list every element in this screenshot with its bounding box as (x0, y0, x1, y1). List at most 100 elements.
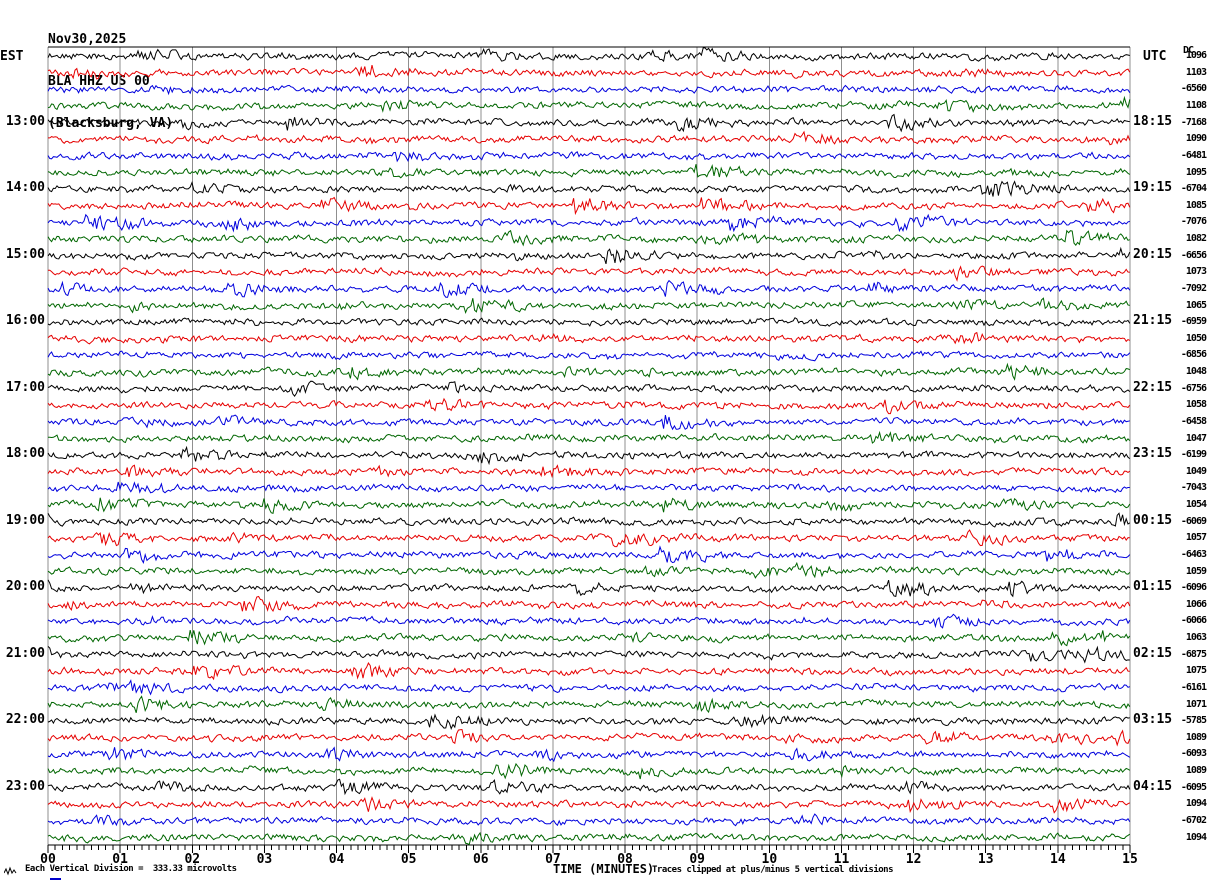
dc-value: 1057 (1185, 532, 1207, 544)
dc-value: -6560 (1180, 83, 1207, 95)
est-hour-label: 18:00 (5, 446, 45, 462)
est-hour-label: 20:00 (5, 579, 45, 595)
dc-value: 1082 (1185, 233, 1207, 245)
trace-row (47, 213, 1130, 233)
dc-value: -6458 (1180, 415, 1207, 427)
mini-waveform-icon (4, 866, 17, 876)
utc-hour-label: 04:15 (1133, 778, 1173, 794)
trace-row (47, 545, 1131, 564)
trace-row (47, 95, 1131, 113)
trace-row (47, 397, 1131, 415)
dc-value: -6481 (1180, 149, 1207, 161)
trace-row (47, 279, 1131, 298)
dc-value: 1089 (1185, 731, 1207, 743)
trace-row (47, 813, 1131, 827)
trace-row (47, 629, 1131, 647)
trace-row (48, 430, 1131, 444)
dc-value: 1050 (1185, 332, 1207, 344)
est-hour-label: 23:00 (5, 778, 45, 794)
trace-row (47, 481, 1130, 494)
trace-row (47, 151, 1131, 163)
dc-value: 1095 (1185, 166, 1207, 178)
utc-hour-label: 01:15 (1133, 579, 1173, 595)
trace-row (47, 778, 1131, 796)
est-hour-label: 13:00 (5, 113, 45, 129)
dc-value: -6704 (1180, 183, 1207, 195)
trace-row (47, 728, 1131, 747)
clip-note: Traces clipped at plus/minus 5 vertical … (652, 865, 894, 875)
utc-hour-label: 19:15 (1133, 180, 1173, 196)
dc-value: -6096 (1180, 582, 1207, 594)
trace-row (47, 164, 1131, 179)
est-hour-label: 19:00 (5, 512, 45, 528)
x-tick-label: 15 (1122, 852, 1138, 867)
dc-value: 1059 (1185, 565, 1207, 577)
trace-row (47, 229, 1130, 247)
trace-row (47, 595, 1131, 613)
dc-value: 1096 (1185, 50, 1207, 62)
trace-row (47, 317, 1131, 327)
utc-hour-label: 18:15 (1133, 113, 1173, 129)
dc-value: 1085 (1185, 199, 1207, 211)
dc-value: -7092 (1180, 282, 1207, 294)
dc-value: 1049 (1185, 465, 1207, 477)
dc-value: 1047 (1185, 432, 1207, 444)
utc-hour-label: 02:15 (1133, 645, 1173, 661)
trace-row (47, 796, 1131, 814)
trace-row (47, 512, 1131, 528)
utc-hour-label: 21:15 (1133, 313, 1173, 329)
dc-value: 1089 (1185, 765, 1207, 777)
trace-row (47, 414, 1130, 431)
scale-note: Each Vertical Division = 333.33 microvol… (25, 864, 237, 874)
x-tick-label: 13 (977, 852, 994, 867)
trace-row (47, 613, 1131, 629)
utc-hour-label: 22:15 (1133, 379, 1173, 395)
dc-value: -6702 (1180, 814, 1207, 826)
trace-row (47, 762, 1131, 780)
trace-row (47, 645, 1130, 664)
trace-row (47, 362, 1131, 381)
heliplot-page: Nov30,2025 BLA HHZ US 00 (Blacksburg, VA… (0, 0, 1210, 886)
trace-row (48, 130, 1131, 146)
est-hour-label: 22:00 (5, 712, 45, 728)
dc-value: 1090 (1185, 133, 1207, 145)
trace-row (47, 579, 1131, 598)
trace-row (47, 331, 1131, 345)
est-hour-label: 15:00 (5, 246, 45, 262)
underline-mark (50, 878, 61, 880)
x-tick-label: 04 (328, 852, 345, 867)
trace-row (47, 113, 1130, 133)
dc-value: 1063 (1185, 632, 1207, 644)
utc-hour-label: 23:15 (1133, 446, 1173, 462)
trace-row (47, 497, 1131, 514)
x-tick-label: 14 (1050, 852, 1066, 867)
trace-row (47, 84, 1131, 96)
x-tick-label: 05 (400, 852, 417, 867)
trace-row (47, 265, 1130, 282)
dc-value: 1066 (1185, 598, 1207, 610)
est-hour-label: 17:00 (5, 379, 45, 395)
dc-value: -7076 (1180, 216, 1207, 228)
trace-row (47, 246, 1131, 265)
trace-row (47, 380, 1131, 397)
dc-value: -6856 (1180, 349, 1207, 361)
dc-value: -6756 (1180, 382, 1207, 394)
x-tick-label: 06 (472, 852, 489, 867)
trace-row (47, 529, 1130, 548)
dc-value: 1073 (1185, 266, 1207, 278)
x-tick-label: 12 (905, 852, 922, 867)
trace-row (47, 297, 1130, 314)
trace-row (47, 746, 1131, 763)
trace-row (47, 196, 1131, 216)
dc-value: -6875 (1180, 648, 1207, 660)
utc-hour-label: 20:15 (1133, 246, 1173, 262)
trace-row (47, 661, 1130, 681)
dc-value: 1075 (1185, 665, 1207, 677)
trace-row (47, 713, 1130, 730)
dc-value: -6161 (1180, 681, 1207, 693)
dc-value: 1058 (1185, 399, 1207, 411)
dc-value: 1071 (1185, 698, 1207, 710)
dc-value: -6959 (1180, 316, 1207, 328)
dc-value: 1103 (1185, 66, 1207, 78)
est-hour-label: 14:00 (5, 180, 45, 196)
